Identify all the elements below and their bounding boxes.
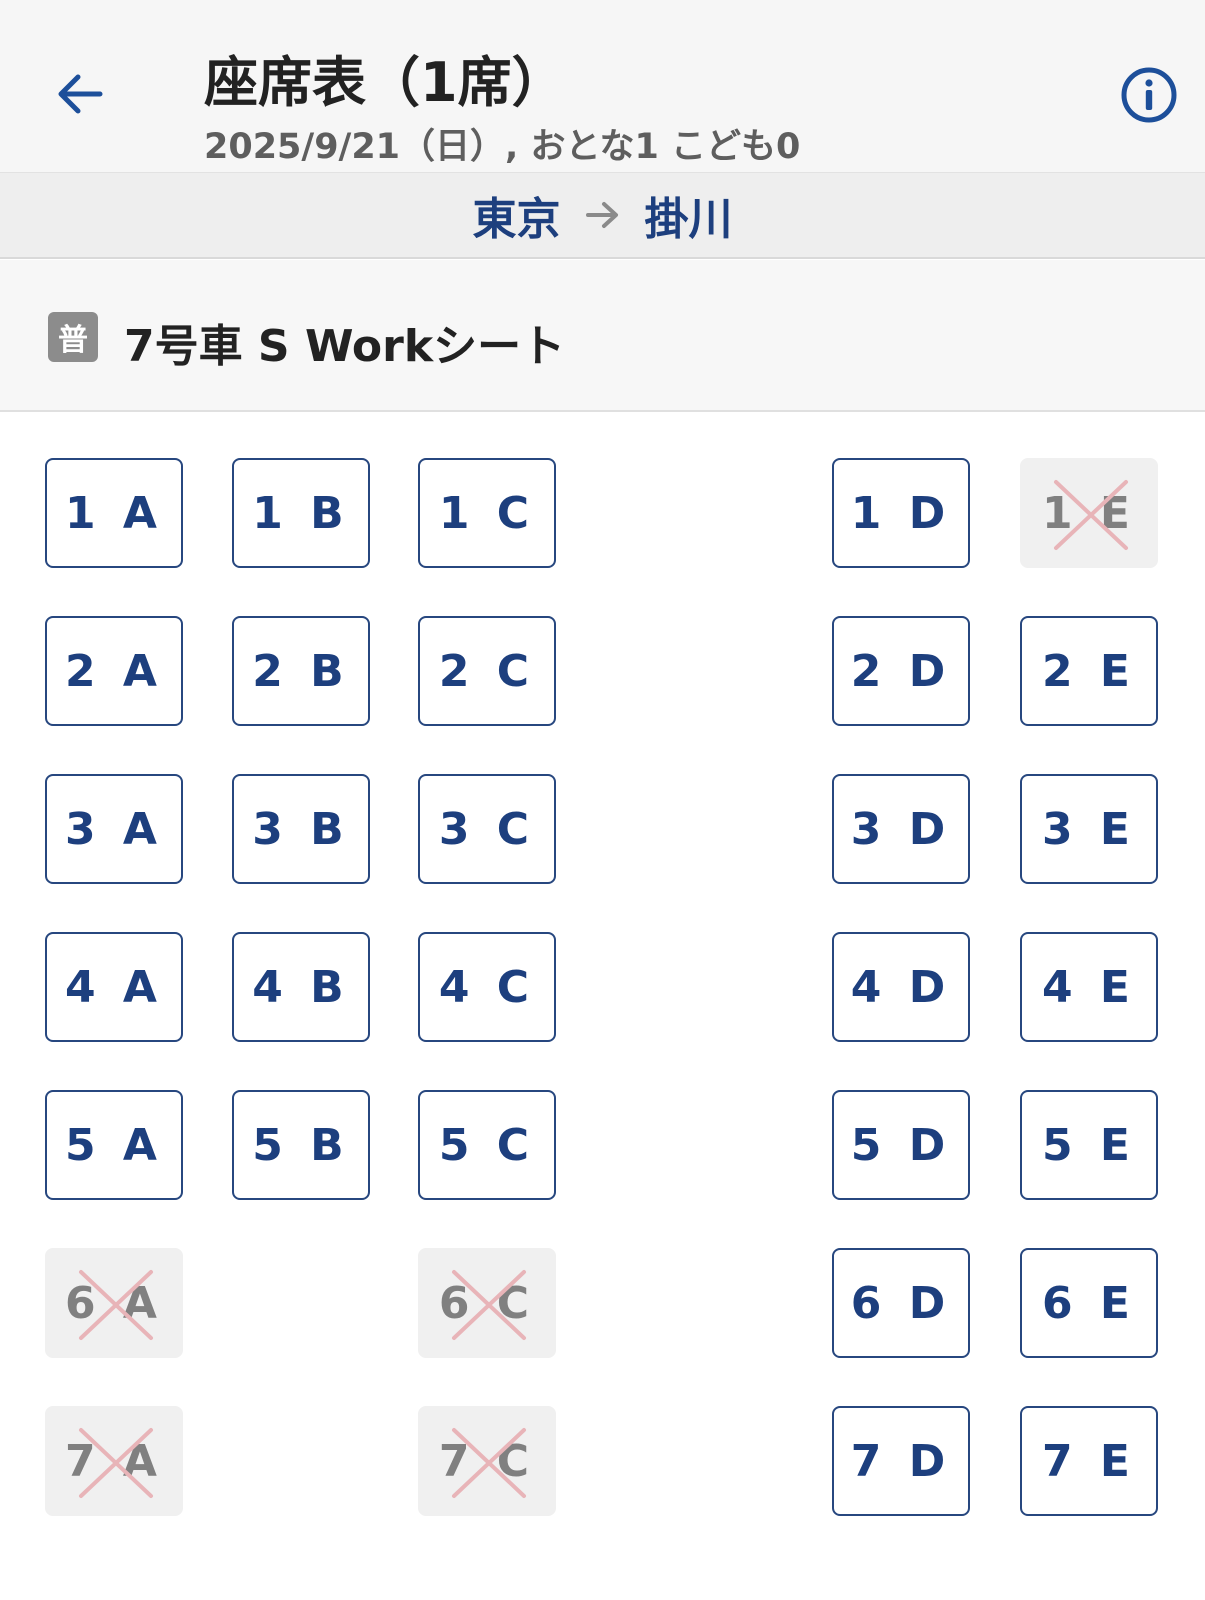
seat-2e[interactable]: 2 E [1020,616,1158,726]
seat-label: 3 E [1042,803,1136,855]
seat-label: 5 E [1042,1119,1136,1171]
arrow-right-icon [585,200,621,230]
seat-label: 1 A [65,487,163,539]
seat-2b[interactable]: 2 B [232,616,370,726]
seat-7c: 7 C [418,1406,556,1516]
seat-label: 2 D [850,645,952,697]
seat-3d[interactable]: 3 D [832,774,970,884]
seat-label: 1 E [1042,487,1136,539]
seat-4e[interactable]: 4 E [1020,932,1158,1042]
seat-1d[interactable]: 1 D [832,458,970,568]
seat-3c[interactable]: 3 C [418,774,556,884]
seat-label: 5 C [438,1119,536,1171]
info-button[interactable] [1118,64,1180,126]
route-bar: 東京 掛川 [0,173,1205,259]
seat-label: 4 C [438,961,536,1013]
car-name: 7号車 S Workシート [124,321,566,372]
seat-5b[interactable]: 5 B [232,1090,370,1200]
seat-label: 3 C [438,803,536,855]
seat-label: 2 B [252,645,350,697]
seat-7d[interactable]: 7 D [832,1406,970,1516]
seat-label: 1 B [252,487,350,539]
seat-label: 1 C [438,487,536,539]
seat-label: 3 A [65,803,163,855]
arrow-left-icon [58,74,103,114]
back-button[interactable] [50,64,110,124]
seat-label: 6 E [1042,1277,1136,1329]
app-header: 座席表（1席） 2025/9/21（日）, おとな1 こども0 [0,0,1205,173]
seat-label: 1 D [850,487,952,539]
seat-label: 3 B [252,803,350,855]
seat-label: 2 A [65,645,163,697]
seat-5e[interactable]: 5 E [1020,1090,1158,1200]
arrival-station: 掛川 [644,194,733,245]
departure-station: 東京 [472,194,561,245]
seat-6a: 6 A [45,1248,183,1358]
car-header: 普 7号車 S Workシート [0,260,1205,412]
seat-2d[interactable]: 2 D [832,616,970,726]
seat-5d[interactable]: 5 D [832,1090,970,1200]
seat-label: 3 D [850,803,952,855]
seat-label: 7 E [1042,1435,1136,1487]
seat-3b[interactable]: 3 B [232,774,370,884]
seat-7a: 7 A [45,1406,183,1516]
seat-6c: 6 C [418,1248,556,1358]
car-class-badge: 普 [48,312,98,362]
seat-label: 2 E [1042,645,1136,697]
seat-2a[interactable]: 2 A [45,616,183,726]
seat-5a[interactable]: 5 A [45,1090,183,1200]
seat-label: 6 A [65,1277,163,1329]
seat-1e: 1 E [1020,458,1158,568]
seat-1b[interactable]: 1 B [232,458,370,568]
seat-2c[interactable]: 2 C [418,616,556,726]
seat-label: 6 D [850,1277,952,1329]
seat-map: 1 A 1 B 1 C 1 D 1 E 2 A 2 B 2 C 2 D 2 E 3 A 3 B 3 C 3… [0,412,1205,1600]
page-title: 座席表（1席） [204,51,566,114]
seat-4c[interactable]: 4 C [418,932,556,1042]
seat-label: 7 C [438,1435,536,1487]
seat-label: 4 B [252,961,350,1013]
info-circle-icon [1121,67,1177,123]
seat-6e[interactable]: 6 E [1020,1248,1158,1358]
seat-1c[interactable]: 1 C [418,458,556,568]
seat-label: 4 D [850,961,952,1013]
seat-4d[interactable]: 4 D [832,932,970,1042]
seat-label: 4 A [65,961,163,1013]
seat-label: 5 A [65,1119,163,1171]
seat-1a[interactable]: 1 A [45,458,183,568]
seat-label: 7 A [65,1435,163,1487]
seat-label: 7 D [850,1435,952,1487]
seat-label: 5 B [252,1119,350,1171]
seat-3a[interactable]: 3 A [45,774,183,884]
seat-label: 2 C [438,645,536,697]
trip-summary: 2025/9/21（日）, おとな1 こども0 [204,127,801,167]
seat-label: 4 E [1042,961,1136,1013]
seat-5c[interactable]: 5 C [418,1090,556,1200]
seat-label: 5 D [850,1119,952,1171]
seat-3e[interactable]: 3 E [1020,774,1158,884]
seat-4b[interactable]: 4 B [232,932,370,1042]
seat-4a[interactable]: 4 A [45,932,183,1042]
seat-6d[interactable]: 6 D [832,1248,970,1358]
seat-label: 6 C [438,1277,536,1329]
seat-7e[interactable]: 7 E [1020,1406,1158,1516]
